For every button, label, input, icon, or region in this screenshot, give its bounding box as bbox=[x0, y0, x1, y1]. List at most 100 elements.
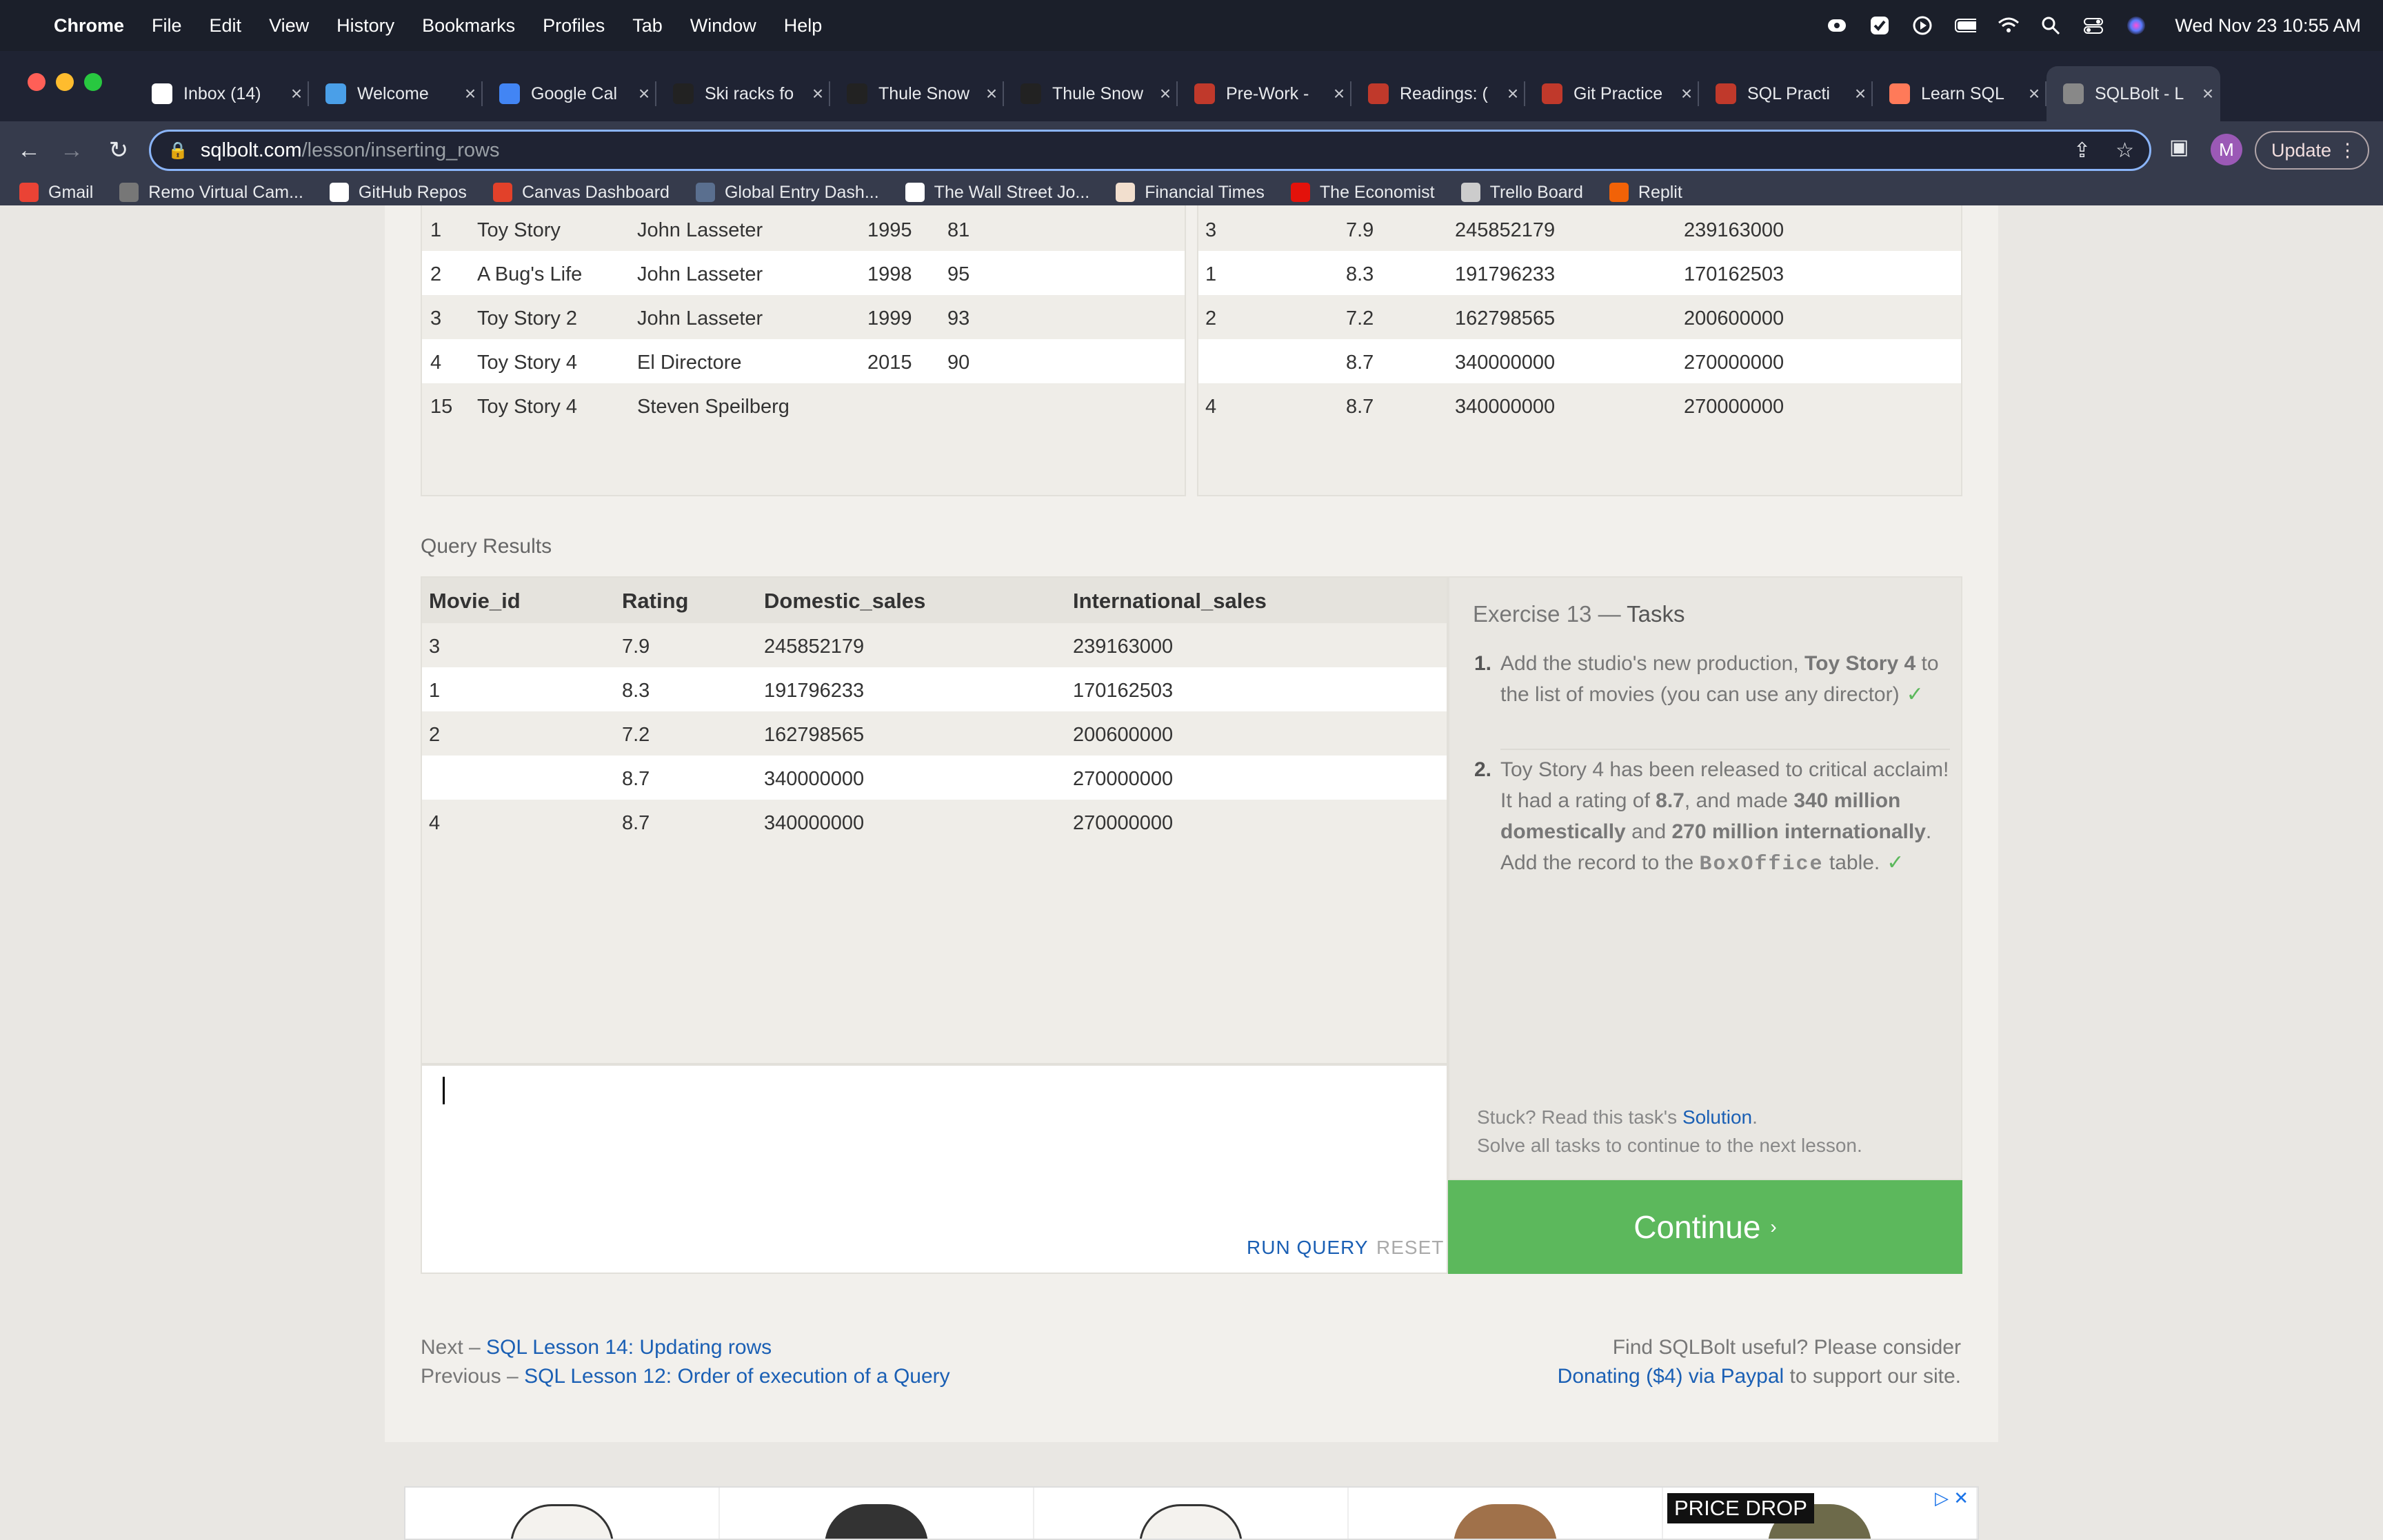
previous-lesson-link[interactable]: SQL Lesson 12: Order of execution of a Q… bbox=[524, 1365, 950, 1388]
close-tab-icon[interactable]: × bbox=[982, 83, 1001, 105]
menu-window[interactable]: Window bbox=[690, 15, 756, 37]
close-tab-icon[interactable]: × bbox=[1329, 83, 1349, 105]
browser-tab[interactable]: Inbox (14) × bbox=[135, 66, 309, 121]
close-tab-icon[interactable]: × bbox=[1503, 83, 1522, 105]
wsj-icon bbox=[905, 183, 925, 202]
solution-link[interactable]: Solution bbox=[1682, 1106, 1752, 1128]
record-icon[interactable] bbox=[1826, 14, 1848, 37]
web-page: 1 Toy Story John Lasseter 1995 81 2 A Bug's Li… bbox=[0, 205, 2383, 1540]
browser-tab[interactable]: Thule Snow × bbox=[830, 66, 1004, 121]
update-button[interactable]: Update ⋮ bbox=[2255, 131, 2369, 170]
table-row: 8.7 340000000 270000000 bbox=[1198, 339, 1961, 383]
close-tab-icon[interactable]: × bbox=[634, 83, 654, 105]
browser-tab[interactable]: SQL Practi × bbox=[1699, 66, 1873, 121]
bookmark-item[interactable]: GitHub Repos bbox=[329, 183, 467, 203]
run-query-button[interactable]: RUN QUERY bbox=[1247, 1237, 1369, 1259]
table-cell: 4 bbox=[1205, 396, 1217, 418]
tab-title: Thule Snow bbox=[1052, 83, 1144, 103]
menu-file[interactable]: File bbox=[152, 15, 182, 37]
sql-editor[interactable]: RUN QUERY RESET bbox=[421, 1064, 1448, 1274]
back-arrow-icon[interactable]: ← bbox=[10, 131, 48, 170]
database-icon bbox=[2063, 83, 2084, 104]
close-tab-icon[interactable]: × bbox=[2198, 83, 2218, 105]
bookmark-item[interactable]: Replit bbox=[1609, 183, 1682, 203]
task-divider bbox=[1500, 749, 1950, 750]
share-icon[interactable]: ⇪ bbox=[2073, 139, 2091, 163]
wifi-icon[interactable] bbox=[1997, 14, 2020, 37]
browser-tab[interactable]: Git Practice × bbox=[1525, 66, 1699, 121]
ad-product-tile[interactable] bbox=[1349, 1488, 1663, 1539]
menu-view[interactable]: View bbox=[269, 15, 309, 37]
browser-tab[interactable]: Learn SQL × bbox=[1873, 66, 2047, 121]
continue-button[interactable]: Continue › bbox=[1448, 1180, 1962, 1274]
close-tab-icon[interactable]: × bbox=[1851, 83, 1870, 105]
bookmark-item[interactable]: Trello Board bbox=[1460, 182, 1583, 203]
browser-tab[interactable]: Pre-Work - × bbox=[1178, 66, 1351, 121]
next-lesson-link[interactable]: SQL Lesson 14: Updating rows bbox=[486, 1336, 772, 1359]
menu-help[interactable]: Help bbox=[784, 15, 823, 37]
bookmark-item[interactable]: Financial Times bbox=[1116, 183, 1265, 203]
profile-avatar[interactable]: M bbox=[2211, 134, 2242, 165]
browser-tab[interactable]: Readings: (× bbox=[1351, 66, 1525, 121]
close-tab-icon[interactable]: × bbox=[1156, 83, 1175, 105]
bookmark-item[interactable]: Remo Virtual Cam... bbox=[119, 183, 303, 203]
reset-button[interactable]: RESET bbox=[1376, 1237, 1444, 1259]
bookmark-item[interactable]: The Wall Street Jo... bbox=[905, 183, 1089, 203]
close-tab-icon[interactable]: × bbox=[461, 83, 480, 105]
play-circle-icon[interactable] bbox=[1911, 14, 1933, 37]
close-tab-icon[interactable]: × bbox=[287, 83, 306, 105]
ad-product-tile[interactable] bbox=[1034, 1488, 1349, 1539]
browser-tab[interactable]: Ski racks fo × bbox=[656, 66, 830, 121]
bookmark-item[interactable]: The Economist bbox=[1290, 183, 1435, 203]
menu-tab[interactable]: Tab bbox=[632, 15, 663, 37]
menu-bookmarks[interactable]: Bookmarks bbox=[422, 15, 515, 37]
ad-product-tile[interactable] bbox=[405, 1488, 720, 1539]
url-path: /lesson/inserting_rows bbox=[301, 139, 500, 161]
close-tab-icon[interactable]: × bbox=[808, 83, 827, 105]
address-bar[interactable]: 🔒 sqlbolt.com/lesson/inserting_rows ⇪ ☆ bbox=[149, 130, 2151, 171]
browser-tab[interactable]: Thule Snow × bbox=[1004, 66, 1178, 121]
close-tab-icon[interactable]: × bbox=[1677, 83, 1696, 105]
menu-history[interactable]: History bbox=[336, 15, 394, 37]
battery-icon[interactable] bbox=[1954, 14, 1977, 37]
table-cell: 170162503 bbox=[1684, 263, 1784, 285]
bookmark-item[interactable]: Canvas Dashboard bbox=[492, 183, 670, 203]
browser-tab[interactable]: Welcome × bbox=[309, 66, 483, 121]
close-tab-icon[interactable]: × bbox=[2024, 83, 2044, 105]
bookmark-label: Remo Virtual Cam... bbox=[148, 182, 303, 202]
column-header: Domestic_sales bbox=[764, 589, 926, 613]
tab-title: SQL Practi bbox=[1747, 83, 1830, 103]
bookmark-star-icon[interactable]: ☆ bbox=[2115, 139, 2134, 163]
side-panel-icon[interactable]: ▣ bbox=[2169, 135, 2189, 159]
lock-icon[interactable]: 🔒 bbox=[168, 141, 188, 161]
bookmark-item[interactable]: Global Entry Dash... bbox=[695, 183, 879, 203]
app-name-menu[interactable]: Chrome bbox=[54, 15, 124, 37]
browser-tab[interactable]: Google Cal × bbox=[483, 66, 656, 121]
thule-icon bbox=[847, 83, 867, 104]
ad-choices-close-icon[interactable]: ▷ ✕ bbox=[1935, 1488, 1969, 1509]
table-cell: 2 bbox=[430, 263, 442, 285]
zoom-window-button[interactable] bbox=[84, 73, 102, 91]
table-row: 4 8.7 340000000 270000000 bbox=[1198, 383, 1961, 427]
ad-product-tile[interactable] bbox=[720, 1488, 1034, 1539]
siri-icon[interactable] bbox=[2125, 14, 2147, 37]
close-window-button[interactable] bbox=[28, 73, 46, 91]
checkmark-app-icon[interactable] bbox=[1869, 14, 1891, 37]
menu-profiles[interactable]: Profiles bbox=[543, 15, 605, 37]
browser-tab[interactable]: SQLBolt - L × bbox=[2047, 66, 2220, 121]
minimize-window-button[interactable] bbox=[56, 73, 74, 91]
task-2: 2. Toy Story 4 has been released to crit… bbox=[1474, 754, 1950, 880]
donate-link[interactable]: Donating ($4) via Paypal bbox=[1558, 1365, 1784, 1388]
table-cell: Toy Story bbox=[477, 219, 561, 241]
control-center-icon[interactable] bbox=[2082, 14, 2104, 37]
table-cell: 81 bbox=[947, 219, 970, 241]
spotlight-search-icon[interactable] bbox=[2040, 14, 2062, 37]
column-header: Movie_id bbox=[429, 589, 521, 613]
reload-icon[interactable]: ↻ bbox=[99, 131, 138, 170]
bookmark-item[interactable]: Gmail bbox=[19, 183, 93, 203]
kebab-menu-icon[interactable]: ⋮ bbox=[2338, 140, 2357, 161]
clock[interactable]: Wed Nov 23 10:55 AM bbox=[2175, 15, 2361, 37]
bookmark-label: Trello Board bbox=[1489, 182, 1583, 202]
menu-edit[interactable]: Edit bbox=[210, 15, 242, 37]
forward-arrow-icon[interactable]: → bbox=[52, 131, 91, 170]
